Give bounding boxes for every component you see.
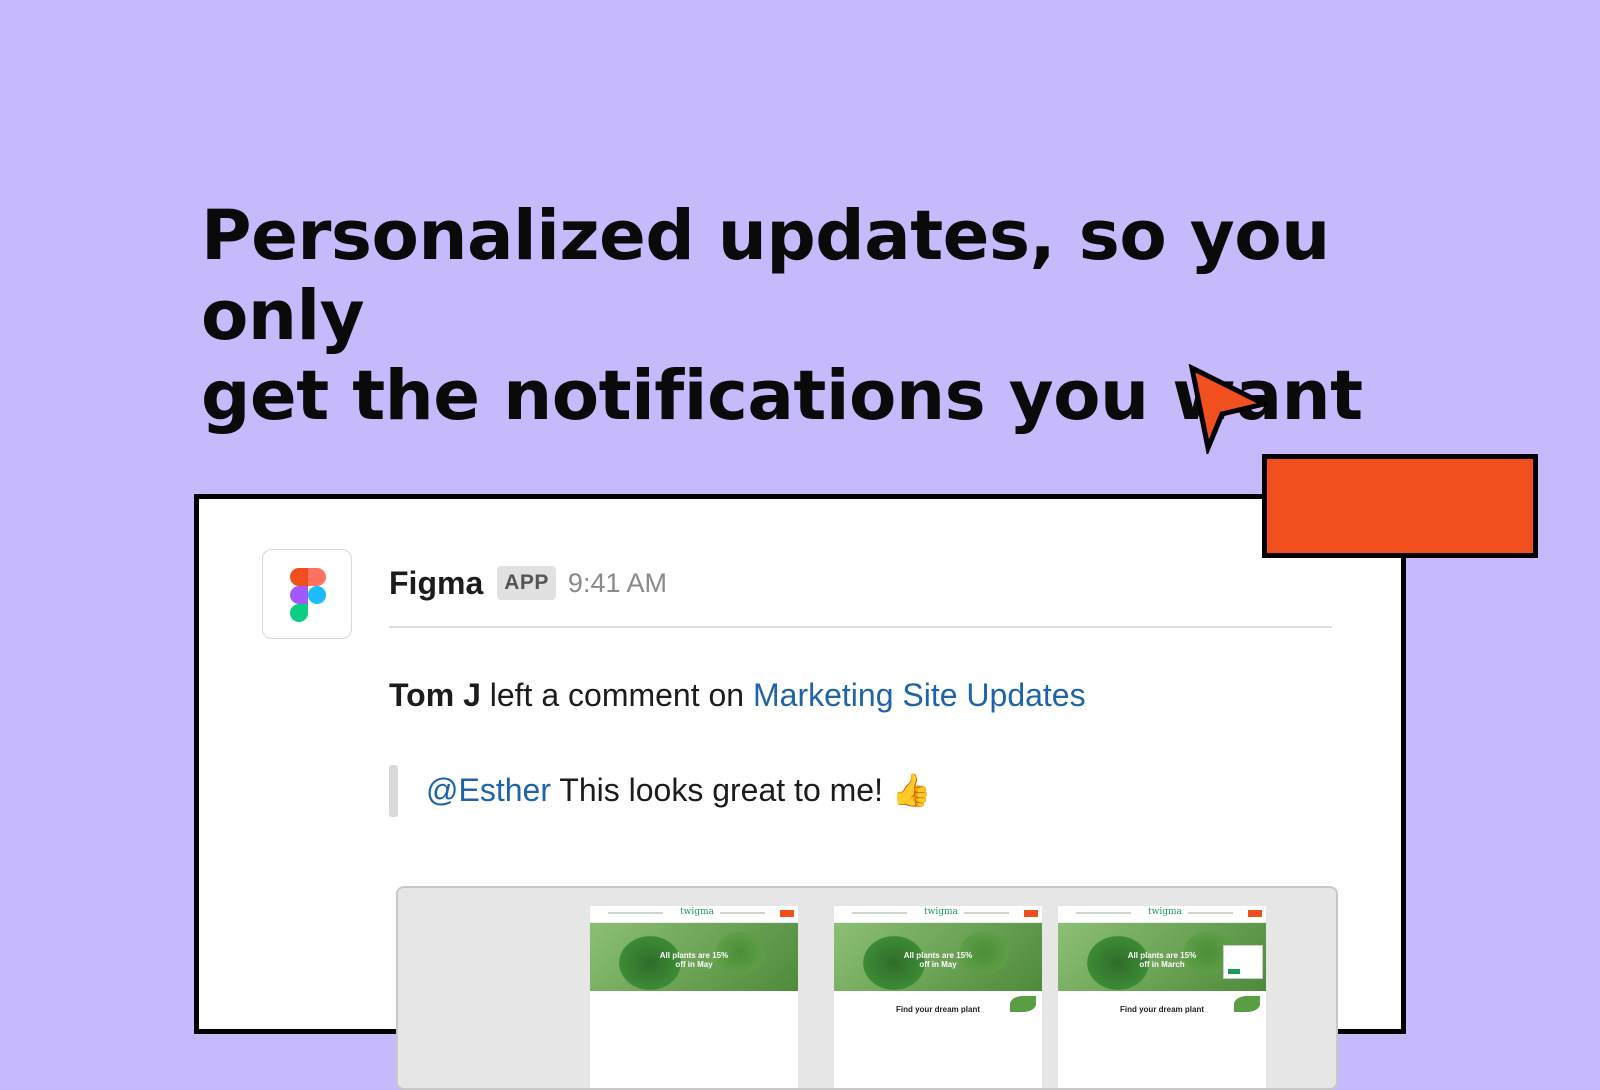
sender-name[interactable]: Figma	[389, 565, 483, 602]
promo-line-1: All plants are 15%	[903, 951, 973, 960]
quote-body: This looks great to me!	[550, 772, 892, 808]
user-mention[interactable]: @Esther	[426, 772, 551, 808]
headline-line-1: Personalized updates, so you only	[201, 196, 1330, 356]
figma-logo-icon	[290, 568, 326, 622]
slack-message-card: Figma APP 9:41 AM Tom J left a comment o…	[194, 494, 1406, 1090]
preview-thumbnail: twigma All plants are 15% off in March Fi…	[1058, 906, 1266, 1088]
message-header: Figma APP 9:41 AM	[389, 561, 667, 605]
thumbnail-brand: twigma	[680, 907, 714, 917]
headline-line-2: get the notifications you want	[201, 356, 1363, 436]
file-link[interactable]: Marketing Site Updates	[753, 677, 1086, 713]
popup-dialog	[1223, 945, 1263, 979]
promo-line-1: All plants are 15%	[659, 951, 729, 960]
promo-line-2: off in May	[675, 960, 713, 969]
promo-line-2: off in May	[919, 960, 957, 969]
comment-summary: Tom J left a comment on Marketing Site U…	[389, 677, 1086, 714]
app-badge: APP	[497, 566, 556, 600]
thumbnail-brand: twigma	[924, 907, 958, 917]
thumbnail-brand: twigma	[1148, 907, 1182, 917]
preview-thumbnail: twigma All plants are 15% off in May	[590, 906, 798, 1088]
quote-bar	[389, 765, 398, 817]
quoted-comment: @Esther This looks great to me! 👍	[426, 765, 932, 815]
headline: Personalized updates, so you only get th…	[201, 196, 1461, 436]
comment-action: left a comment on	[480, 677, 753, 713]
figma-avatar	[262, 549, 352, 639]
thumbs-up-icon: 👍	[891, 772, 932, 808]
leaf-graphic	[1010, 996, 1036, 1012]
preview-thumbnail: twigma All plants are 15% off in May Find…	[834, 906, 1042, 1088]
cursor-arrow-icon	[1188, 364, 1268, 454]
message-timestamp[interactable]: 9:41 AM	[568, 568, 667, 599]
orange-tag	[1262, 454, 1538, 558]
file-preview[interactable]: twigma All plants are 15% off in May twig…	[396, 886, 1338, 1090]
header-divider	[389, 626, 1332, 628]
comment-author: Tom J	[389, 677, 481, 713]
leaf-graphic	[1234, 996, 1260, 1012]
